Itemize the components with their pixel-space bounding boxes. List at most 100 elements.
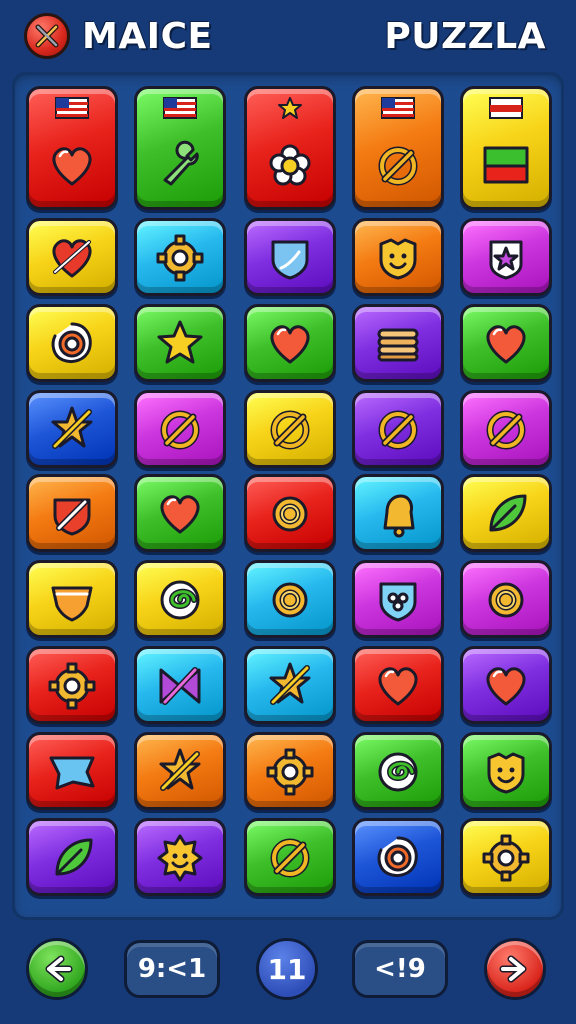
leaf-icon	[55, 838, 93, 876]
puzzle-tile[interactable]	[26, 304, 118, 382]
puzzle-tile[interactable]	[244, 86, 336, 210]
puzzle-tile[interactable]	[352, 86, 444, 210]
swirl-icon	[378, 752, 418, 792]
smiley-flower-icon	[157, 834, 203, 882]
puzzle-tile[interactable]	[352, 732, 444, 810]
bottom-controls: 9:<1 11 <!9	[0, 930, 576, 1014]
smiley-shield-icon	[487, 752, 525, 794]
arrow-left-icon	[45, 955, 73, 983]
chat-bubble-icon	[49, 756, 95, 790]
puzzle-tile[interactable]	[460, 304, 552, 382]
puzzle-tile[interactable]	[352, 390, 444, 468]
target-icon	[51, 322, 92, 364]
crossed-wrench-icon[interactable]	[24, 13, 70, 59]
puzzle-tile[interactable]	[244, 560, 336, 638]
crossed-star-icon	[51, 406, 93, 449]
puzzle-tile[interactable]	[460, 390, 552, 468]
puzzle-tile[interactable]	[244, 218, 336, 296]
puzzle-tile[interactable]	[134, 646, 226, 724]
ring-icon	[272, 582, 308, 618]
wrench-icon	[163, 140, 199, 186]
puzzle-tile[interactable]	[244, 732, 336, 810]
puzzle-tile[interactable]	[134, 732, 226, 810]
level-counter: 11	[256, 938, 318, 1000]
brand: MAICE	[24, 13, 213, 59]
puzzle-tile[interactable]	[26, 560, 118, 638]
heart-icon	[378, 667, 418, 706]
us-flag-icon	[381, 97, 415, 119]
heart-icon	[160, 495, 200, 534]
puzzle-tile[interactable]	[134, 86, 226, 210]
puzzle-tile[interactable]	[26, 218, 118, 296]
puzzle-tile[interactable]	[134, 218, 226, 296]
puzzle-tile[interactable]	[134, 474, 226, 552]
puzzle-tile[interactable]	[26, 474, 118, 552]
puzzle-tile[interactable]	[244, 646, 336, 724]
slashed-circle-icon	[378, 146, 418, 186]
puzzle-tile[interactable]	[352, 646, 444, 724]
slashed-circle-icon	[270, 410, 310, 450]
bell-icon	[383, 494, 415, 538]
heart-icon	[52, 147, 92, 186]
ring-icon	[488, 582, 524, 618]
slashed-circle-icon	[486, 410, 526, 450]
puzzle-tile[interactable]	[26, 732, 118, 810]
puzzle-tile[interactable]	[244, 474, 336, 552]
flower-badge-icon	[379, 582, 417, 622]
slashed-circle-icon	[378, 410, 418, 450]
swirl-icon	[160, 580, 200, 620]
puzzle-tile[interactable]	[352, 560, 444, 638]
puzzle-tile[interactable]	[134, 390, 226, 468]
puzzle-tile[interactable]	[460, 218, 552, 296]
puzzle-tile[interactable]	[352, 218, 444, 296]
score-counter: <!9	[352, 940, 448, 998]
puzzle-tile[interactable]	[244, 304, 336, 382]
puzzle-tile[interactable]	[460, 474, 552, 552]
puzzle-tile[interactable]	[460, 86, 552, 210]
puzzle-tile[interactable]	[460, 560, 552, 638]
puzzle-tile[interactable]	[244, 818, 336, 896]
puzzle-tile[interactable]	[244, 390, 336, 468]
gear-icon	[482, 834, 530, 882]
heart-icon	[486, 667, 526, 706]
us-flag-icon	[55, 97, 89, 119]
puzzle-tile[interactable]	[460, 818, 552, 896]
puzzle-tile[interactable]	[352, 818, 444, 896]
green-red-flag-icon	[483, 146, 529, 184]
puzzle-tile[interactable]	[26, 646, 118, 724]
puzzle-board	[12, 72, 564, 920]
heart-icon	[486, 325, 526, 364]
puzzle-tile[interactable]	[26, 818, 118, 896]
forward-button[interactable]	[484, 938, 546, 1000]
gear-icon	[156, 234, 204, 282]
ring-icon	[272, 496, 308, 532]
target-icon	[377, 836, 418, 878]
puzzle-tile[interactable]	[134, 560, 226, 638]
game-title-left: MAICE	[82, 15, 213, 57]
heart-badge-icon	[51, 586, 93, 622]
puzzle-tile[interactable]	[26, 390, 118, 468]
us-flag-icon	[163, 97, 197, 119]
top-bar: MAICE PUZZLA	[0, 0, 576, 72]
back-button[interactable]	[26, 938, 88, 1000]
gear-icon	[266, 748, 314, 796]
slashed-shield-icon	[53, 498, 91, 536]
crossed-star-icon	[269, 662, 311, 705]
puzzle-tile[interactable]	[352, 474, 444, 552]
gear-icon	[48, 662, 96, 710]
puzzle-tile[interactable]	[352, 304, 444, 382]
slashed-circle-icon	[160, 410, 200, 450]
bowtie-icon	[159, 667, 201, 705]
flower-icon	[269, 144, 311, 186]
shield-icon	[271, 240, 309, 280]
puzzle-tile[interactable]	[460, 732, 552, 810]
smiley-shield-icon	[379, 238, 417, 280]
arrow-right-icon	[499, 955, 527, 983]
crossed-star-icon	[159, 748, 201, 791]
puzzle-tile[interactable]	[134, 304, 226, 382]
red-stripe-flag-icon	[489, 97, 523, 119]
leaf-icon	[489, 494, 527, 532]
puzzle-tile[interactable]	[134, 818, 226, 896]
puzzle-tile[interactable]	[460, 646, 552, 724]
puzzle-tile[interactable]	[26, 86, 118, 210]
